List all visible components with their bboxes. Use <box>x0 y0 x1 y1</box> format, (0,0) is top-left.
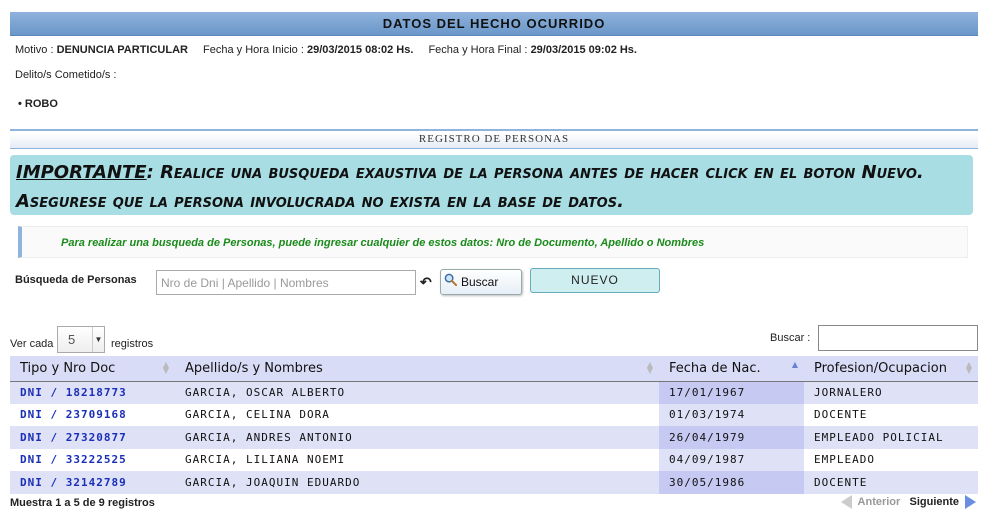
page-size-value: 5 <box>68 332 76 347</box>
table-row: DNI / 18218773 GARCIA, OSCAR ALBERTO 17/… <box>10 381 978 404</box>
delito-label: Delito/s Cometido/s : <box>15 69 117 81</box>
sort-icon: ▲ ▼ <box>965 360 972 375</box>
search-input[interactable] <box>156 270 416 295</box>
registro-header: REGISTRO DE PERSONAS <box>10 129 978 149</box>
table-search-label: Buscar : <box>770 332 811 344</box>
col-header-fecha[interactable]: Fecha de Nac. ▲ <box>659 356 804 382</box>
siguiente-link[interactable]: Siguiente <box>909 496 959 508</box>
pagination: Anterior Siguiente <box>840 495 976 509</box>
table-search-input[interactable] <box>818 325 978 351</box>
inicio-value: 29/03/2015 08:02 Hs. <box>306 44 414 56</box>
fecha-cell: 17/01/1967 <box>659 381 804 404</box>
col-header-name[interactable]: Apellido/s y Nombres ▲ ▼ <box>175 356 659 382</box>
fecha-cell: 30/05/1986 <box>659 471 804 494</box>
prof-cell: EMPLEADO <box>804 448 978 471</box>
important-notice: IMPORTANTE: Realice una busqueda exausti… <box>10 155 973 215</box>
sort-asc-icon: ▲ <box>791 360 798 369</box>
prof-cell: JORNALERO <box>804 381 978 404</box>
search-label: Búsqueda de Personas <box>15 274 137 286</box>
nuevo-button[interactable]: NUEVO <box>530 268 660 293</box>
col-header-doc[interactable]: Tipo y Nro Doc ▲ ▼ <box>10 356 175 382</box>
page-size-select[interactable]: 5 ▼ <box>57 326 105 353</box>
magnifier-icon <box>444 273 457 286</box>
undo-icon[interactable]: ↶ <box>420 274 432 291</box>
triangle-right-icon[interactable] <box>965 495 976 509</box>
table-row: DNI / 33222525 GARCIA, LILIANA NOEMI 04/… <box>10 448 978 471</box>
doc-link[interactable]: DNI / 33222525 <box>10 448 175 471</box>
prof-cell: DOCENTE <box>804 403 978 426</box>
table-row: DNI / 23709168 GARCIA, CELINA DORA 01/03… <box>10 403 978 426</box>
buscar-button[interactable]: Buscar <box>440 269 522 295</box>
search-hint: Para realizar una busqueda de Personas, … <box>18 226 968 258</box>
motivo-label: Motivo : <box>15 44 54 56</box>
triangle-left-icon[interactable] <box>840 495 852 509</box>
inicio-label: Fecha y Hora Inicio : <box>203 44 304 56</box>
hecho-info: Motivo : DENUNCIA PARTICULAR Fecha y Hor… <box>15 44 637 56</box>
prof-cell: EMPLEADO POLICIAL <box>804 426 978 449</box>
motivo-value: DENUNCIA PARTICULAR <box>56 44 188 56</box>
col-header-prof[interactable]: Profesion/Ocupacion ▲ ▼ <box>804 356 978 382</box>
final-label: Fecha y Hora Final : <box>428 44 528 56</box>
fecha-cell: 04/09/1987 <box>659 448 804 471</box>
doc-link[interactable]: DNI / 27320877 <box>10 426 175 449</box>
sort-icon: ▲ ▼ <box>162 360 169 375</box>
table-row: DNI / 32142789 GARCIA, JOAQUIN EDUARDO 3… <box>10 471 978 494</box>
final-value: 29/03/2015 09:02 Hs. <box>530 44 637 56</box>
chevron-down-icon: ▼ <box>92 327 104 352</box>
name-cell: GARCIA, OSCAR ALBERTO <box>175 381 659 404</box>
delito-item: • ROBO <box>18 98 58 110</box>
personas-table: Tipo y Nro Doc ▲ ▼ Apellido/s y Nombres ▲ ▼ … <box>10 356 978 494</box>
fecha-cell: 01/03/1974 <box>659 403 804 426</box>
page-size-label: Ver cada <box>10 338 54 350</box>
doc-link[interactable]: DNI / 18218773 <box>10 381 175 404</box>
name-cell: GARCIA, CELINA DORA <box>175 403 659 426</box>
name-cell: GARCIA, JOAQUIN EDUARDO <box>175 471 659 494</box>
table-info: Muestra 1 a 5 de 9 registros <box>10 497 155 509</box>
table-row: DNI / 27320877 GARCIA, ANDRES ANTONIO 26… <box>10 426 978 449</box>
name-cell: GARCIA, ANDRES ANTONIO <box>175 426 659 449</box>
name-cell: GARCIA, LILIANA NOEMI <box>175 448 659 471</box>
registros-label: registros <box>111 338 154 350</box>
anterior-link[interactable]: Anterior <box>858 496 901 508</box>
buscar-label: Buscar <box>461 275 499 289</box>
fecha-cell: 26/04/1979 <box>659 426 804 449</box>
important-title: IMPORTANTE <box>16 162 147 183</box>
prof-cell: DOCENTE <box>804 471 978 494</box>
doc-link[interactable]: DNI / 23709168 <box>10 403 175 426</box>
doc-link[interactable]: DNI / 32142789 <box>10 471 175 494</box>
delito-item-text: ROBO <box>24 98 58 110</box>
important-text: : Realice una busqueda exaustiva de la p… <box>16 162 924 212</box>
sort-icon: ▲ ▼ <box>646 360 653 375</box>
hecho-header: DATOS DEL HECHO OCURRIDO <box>10 12 978 36</box>
